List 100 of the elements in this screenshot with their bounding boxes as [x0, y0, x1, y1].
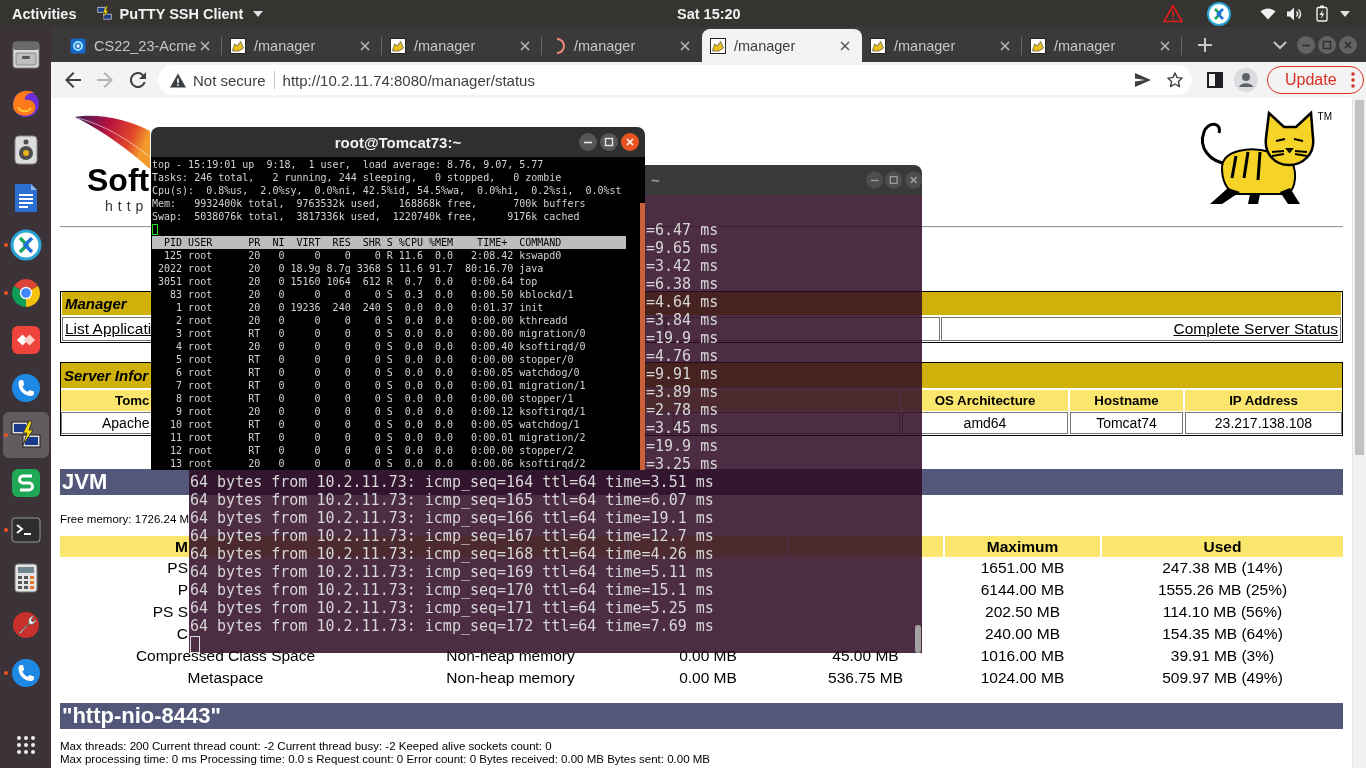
close-icon[interactable] [1160, 40, 1170, 51]
column-header: IP Address [1185, 390, 1342, 411]
free-memory-text: Free memory: 1726.24 M [60, 513, 190, 525]
phone-icon [9, 371, 42, 404]
scrollbar-thumb[interactable] [1355, 100, 1364, 455]
scrollbar-thumb[interactable] [640, 203, 645, 470]
link[interactable]: List Applicati [65, 320, 152, 338]
clock[interactable]: Sat 15:20 [677, 3, 741, 24]
phone-icon [9, 656, 42, 689]
terminal-line: 64 bytes from 10.2.11.73: icmp_seq=169 ttl=64 time=5.11 ms [190, 563, 714, 581]
table-cell: 536.75 MB [828, 669, 903, 687]
process-row-text: 5 root RT 0 0 0 0 S 0.0 0.0 0:00.00 stopper/0 [175, 353, 574, 366]
close-icon[interactable] [621, 133, 639, 151]
browser-tab[interactable]: /manager [542, 29, 702, 62]
dock-button[interactable] [2, 412, 49, 458]
column-header: Used [1102, 536, 1343, 557]
back-icon[interactable] [65, 72, 81, 88]
terminal-line: 64 bytes from 10.2.11.73: icmp_seq=170 ttl=64 time=15.1 ms [190, 581, 714, 599]
process-table-header: PID USER PR NI VIRT RES SHR S %CPU %MEM TIME+ COMMAND [152, 236, 626, 249]
terminal-line: 64 bytes from 10.2.11.73: icmp_seq=166 ttl=64 time=19.1 ms [190, 509, 714, 527]
browser-tab[interactable]: /manager [702, 29, 862, 62]
close-icon[interactable] [520, 40, 530, 51]
browser-tab[interactable]: /manager [862, 29, 1022, 62]
terminal-line: 64 bytes from 10.2.11.73: icmp_seq=172 ttl=64 time=7.69 ms [190, 617, 714, 635]
table-cell: PS S [152, 603, 188, 621]
text-cursor [152, 224, 158, 235]
warning-icon[interactable] [1163, 4, 1183, 23]
battery-icon[interactable] [1316, 5, 1328, 22]
table-cell: 114.10 MB (56%) [1162, 603, 1283, 621]
terminal-line: =9.65 ms [646, 239, 719, 257]
terminal-line: Mem: 9932400k total, 9763532k used, 168868k free, 700k buffers [152, 197, 586, 210]
table-cell: P [177, 581, 188, 599]
process-row-text: 11 root RT 0 0 0 0 S 0.0 0.0 0:00.01 migration/2 [169, 431, 586, 444]
warning-icon [170, 72, 186, 88]
process-row-text: 4 root 20 0 0 0 0 S 0.0 0.0 0:00.40 ksoftirqd/0 [175, 340, 586, 353]
star-icon[interactable] [1167, 72, 1183, 88]
table-cell: 1651.00 MB [980, 559, 1065, 577]
app-menu[interactable]: PuTTY SSH Client [96, 3, 264, 24]
table-cell: 247.38 MB (14%) [1162, 559, 1283, 577]
wifi-icon[interactable] [1260, 7, 1276, 20]
app-grid-icon [15, 735, 36, 755]
side-panel-icon[interactable] [1207, 72, 1223, 88]
address-bar[interactable]: Not secure http://10.2.11.74:8080/manager/status [158, 65, 1192, 95]
terminal-line: =19.9 ms [646, 437, 719, 455]
maximize-icon[interactable] [600, 133, 618, 151]
more-icon [1350, 72, 1355, 88]
terminal-line: =3.45 ms [646, 419, 719, 437]
caret-icon [253, 10, 264, 17]
table-cell: C [176, 625, 188, 643]
table-cell: 202.50 MB [985, 603, 1060, 621]
plus-icon[interactable] [1197, 37, 1213, 53]
terminal-line: 64 bytes from 10.2.11.73: icmp_seq=164 ttl=64 time=3.51 ms [190, 473, 714, 491]
browser-tab[interactable]: CS22_23-Acme [62, 29, 222, 62]
column-header: Hostname [1070, 390, 1183, 411]
window-title: ~ [651, 171, 660, 189]
table-cell: 154.35 MB (64%) [1162, 625, 1283, 643]
table-cell: 6144.00 MB [980, 581, 1065, 599]
terminal-icon [9, 514, 42, 546]
process-row-text: 13 root 20 0 0 0 0 S 0.0 0.0 0:00.06 ksoftirqd/2 [169, 457, 586, 470]
logo-text: Soft [87, 165, 150, 195]
caret-icon[interactable] [1273, 41, 1287, 49]
terminal-line: top - 15:19:01 up 9:18, 1 user, load average: 8.76, 9.07, 5.77 [152, 158, 544, 171]
profile-icon[interactable] [1234, 68, 1258, 92]
table-cell: 1024.00 MB [980, 669, 1065, 687]
logo-url-text: http [105, 198, 149, 214]
browser-tab[interactable]: /manager [222, 29, 382, 62]
send-icon[interactable] [1134, 72, 1152, 88]
scrollbar-thumb[interactable] [915, 625, 921, 653]
chevrons-ring-icon[interactable] [1207, 1, 1231, 26]
browser-tab[interactable]: /manager [382, 29, 542, 62]
computers-icon [96, 5, 114, 22]
close-icon[interactable] [1000, 40, 1010, 51]
terminal-line: =4.76 ms [646, 347, 719, 365]
browser-tab[interactable]: /manager [1022, 29, 1182, 62]
close-icon[interactable] [360, 40, 370, 51]
table-cell: 23.217.138.108 [1185, 412, 1342, 434]
table-cell: Non-heap memory [446, 669, 575, 687]
link[interactable]: Complete Server Status [1173, 320, 1338, 338]
close-icon[interactable] [680, 40, 690, 51]
activities-button[interactable]: Activities [12, 3, 77, 24]
terminal-line: =6.47 ms [646, 221, 719, 239]
table-cell: Metaspace [187, 669, 264, 687]
terminal-line: 64 bytes from 10.2.11.73: icmp_seq=171 ttl=64 time=5.25 ms [190, 599, 714, 617]
table-cell: PS [167, 559, 188, 577]
close-icon[interactable] [200, 40, 210, 51]
diamonds-icon [9, 324, 42, 356]
process-row-text: 1 root 20 0 19236 240 240 S 0.0 0.0 0:01.37 init [175, 301, 544, 314]
minimize-icon[interactable] [579, 133, 597, 151]
s-shape-icon [9, 466, 42, 499]
terminal-line: =2.78 ms [646, 401, 719, 419]
table-cell: 240.00 MB [985, 625, 1060, 643]
security-chip[interactable]: Not secure [170, 71, 266, 89]
table-cell: Tomcat74 [1070, 412, 1183, 434]
caret-icon[interactable] [1340, 10, 1350, 17]
table-cell: 509.97 MB (49%) [1162, 669, 1283, 687]
connector-stats-text: Max processing time: 0 ms Processing time: 0.0 s Request count: 0 Error count: 0 Bytes received: 0.00 MB Bytes sent: 0.00 MB [60, 752, 711, 765]
volume-icon[interactable] [1286, 6, 1303, 21]
reload-icon[interactable] [130, 72, 146, 88]
drawer-icon [9, 39, 42, 71]
close-icon[interactable] [840, 40, 850, 51]
